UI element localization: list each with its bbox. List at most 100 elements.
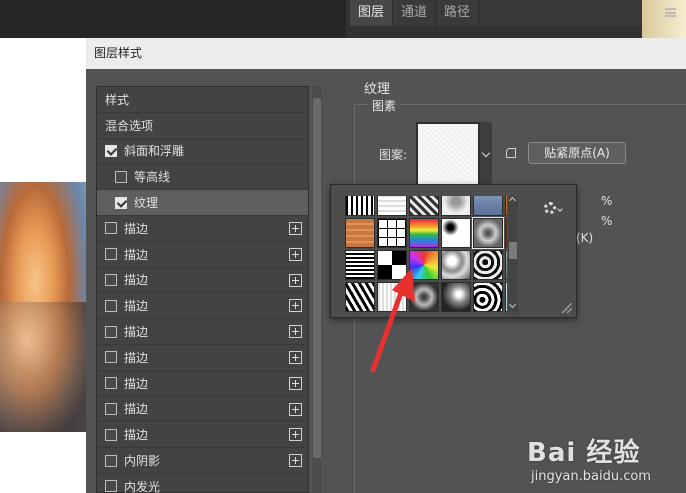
pattern-tile[interactable] (377, 196, 407, 216)
pattern-swatch[interactable] (416, 122, 480, 186)
pattern-picker-scrollbar[interactable] (508, 196, 518, 313)
pattern-tile[interactable] (505, 218, 507, 248)
pattern-tile[interactable] (409, 196, 439, 216)
style-row[interactable]: 描边 (97, 397, 308, 423)
style-row[interactable]: 描边 (97, 345, 308, 371)
style-row-label: 描边 (124, 428, 149, 443)
pattern-scroll-thumb[interactable] (509, 242, 517, 259)
add-effect-plus-icon[interactable] (289, 247, 302, 261)
style-row[interactable]: 混合选项 (97, 113, 308, 139)
snap-to-origin-button[interactable]: 贴紧原点(A) (528, 142, 626, 164)
scroll-down-icon[interactable] (508, 300, 517, 309)
add-effect-plus-icon[interactable] (289, 273, 302, 287)
scroll-up-icon[interactable] (508, 196, 517, 205)
style-checkbox[interactable] (105, 480, 117, 493)
style-row-label: 描边 (124, 402, 149, 417)
pattern-tile[interactable] (441, 250, 471, 280)
style-row[interactable]: 等高线 (97, 164, 308, 191)
style-row[interactable]: 样式 (97, 87, 308, 113)
new-preset-icon[interactable] (506, 148, 516, 158)
layers-panel-tabs: 图层 通道 路径 (350, 0, 642, 26)
style-checkbox[interactable] (105, 144, 117, 157)
app-top-bar: 图层 通道 路径 (0, 0, 686, 38)
pattern-tile[interactable] (377, 218, 407, 248)
pattern-tile[interactable] (505, 250, 507, 280)
tab-channels[interactable]: 通道 (393, 0, 437, 26)
pattern-label: 图案: (379, 148, 408, 162)
style-checkbox[interactable] (115, 170, 127, 183)
pattern-tile[interactable] (441, 218, 471, 248)
style-checkbox[interactable] (105, 222, 117, 235)
add-effect-plus-icon[interactable] (289, 376, 302, 390)
style-row-label: 斜面和浮雕 (124, 144, 185, 159)
resize-grip-icon[interactable] (562, 303, 572, 313)
pattern-tile[interactable] (473, 196, 503, 216)
pattern-tile[interactable] (473, 282, 503, 312)
pattern-tile[interactable] (441, 196, 471, 216)
style-checkbox[interactable] (105, 428, 117, 441)
watermark-url: jingyan.baidu.com (531, 469, 651, 484)
add-effect-plus-icon[interactable] (289, 428, 302, 442)
style-row-label: 内发光 (124, 479, 161, 493)
style-row-label: 描边 (124, 376, 149, 391)
tab-layers[interactable]: 图层 (350, 0, 394, 26)
style-row-label: 描边 (124, 221, 149, 236)
pattern-tile[interactable] (505, 282, 507, 312)
style-checkbox[interactable] (105, 325, 117, 338)
dialog-title: 图层样式 (86, 38, 686, 69)
add-effect-plus-icon[interactable] (289, 402, 302, 416)
style-row[interactable]: 描边 (97, 293, 308, 320)
style-row[interactable]: 描边 (97, 319, 308, 345)
style-row[interactable]: 描边 (97, 422, 308, 449)
add-effect-plus-icon[interactable] (289, 299, 302, 313)
style-row[interactable]: 内阴影 (97, 448, 308, 474)
style-row[interactable]: 斜面和浮雕 (97, 139, 308, 165)
pattern-tile[interactable] (441, 282, 471, 312)
style-row-label: 描边 (124, 273, 149, 288)
pattern-tile[interactable] (409, 218, 439, 248)
style-row-label: 内阴影 (124, 454, 161, 469)
add-effect-plus-icon[interactable] (289, 454, 302, 468)
style-row[interactable]: 描边 (97, 242, 308, 268)
gear-chevron-down-icon[interactable] (557, 206, 563, 212)
styles-scroll-thumb[interactable] (313, 98, 321, 458)
style-checkbox[interactable] (105, 377, 117, 390)
style-checkbox[interactable] (105, 248, 117, 261)
tab-paths[interactable]: 路径 (436, 0, 480, 26)
scale-percent-label: % (601, 194, 613, 208)
invert-label: (K) (576, 231, 594, 245)
style-row-label: 描边 (124, 325, 149, 340)
annotation-arrow-icon (370, 268, 415, 372)
style-row[interactable]: 描边 (97, 371, 308, 397)
texture-section-title: 纹理 (364, 82, 391, 97)
style-row[interactable]: 描边 (97, 268, 308, 294)
style-row-label: 样式 (105, 92, 130, 107)
styles-scrollbar[interactable] (312, 86, 322, 493)
pattern-tile[interactable] (505, 196, 507, 216)
pattern-tile[interactable] (472, 217, 504, 249)
style-row[interactable]: 内发光 (97, 474, 308, 493)
style-checkbox[interactable] (105, 454, 117, 467)
style-row-label: 纹理 (134, 196, 159, 211)
style-checkbox[interactable] (115, 196, 127, 209)
add-effect-plus-icon[interactable] (289, 221, 302, 235)
style-checkbox[interactable] (105, 299, 117, 312)
pattern-tile[interactable] (345, 196, 375, 216)
styles-list: 样式 混合选项 斜面和浮雕 等高线 纹理 描边 描边 描边 描边 描边 描边 描边 描边 描边 内阴影 内发光 (96, 86, 309, 493)
style-checkbox[interactable] (105, 351, 117, 364)
pattern-tile[interactable] (473, 250, 503, 280)
add-effect-plus-icon[interactable] (289, 350, 302, 364)
depth-percent-label: % (601, 214, 613, 228)
panel-menu-icon[interactable] (665, 8, 676, 17)
style-row[interactable]: 纹理 (97, 190, 308, 216)
pattern-dropdown-chevron-down-icon[interactable] (480, 122, 492, 186)
pattern-tile[interactable] (345, 218, 375, 248)
add-effect-plus-icon[interactable] (289, 325, 302, 339)
style-checkbox[interactable] (105, 402, 117, 415)
style-checkbox[interactable] (105, 273, 117, 286)
style-row-label: 描边 (124, 247, 149, 262)
style-row[interactable]: 描边 (97, 216, 308, 242)
watermark-logo-text: Bai 经验 (527, 438, 641, 468)
gear-icon[interactable] (544, 202, 556, 214)
style-row-label: 混合选项 (105, 118, 154, 133)
